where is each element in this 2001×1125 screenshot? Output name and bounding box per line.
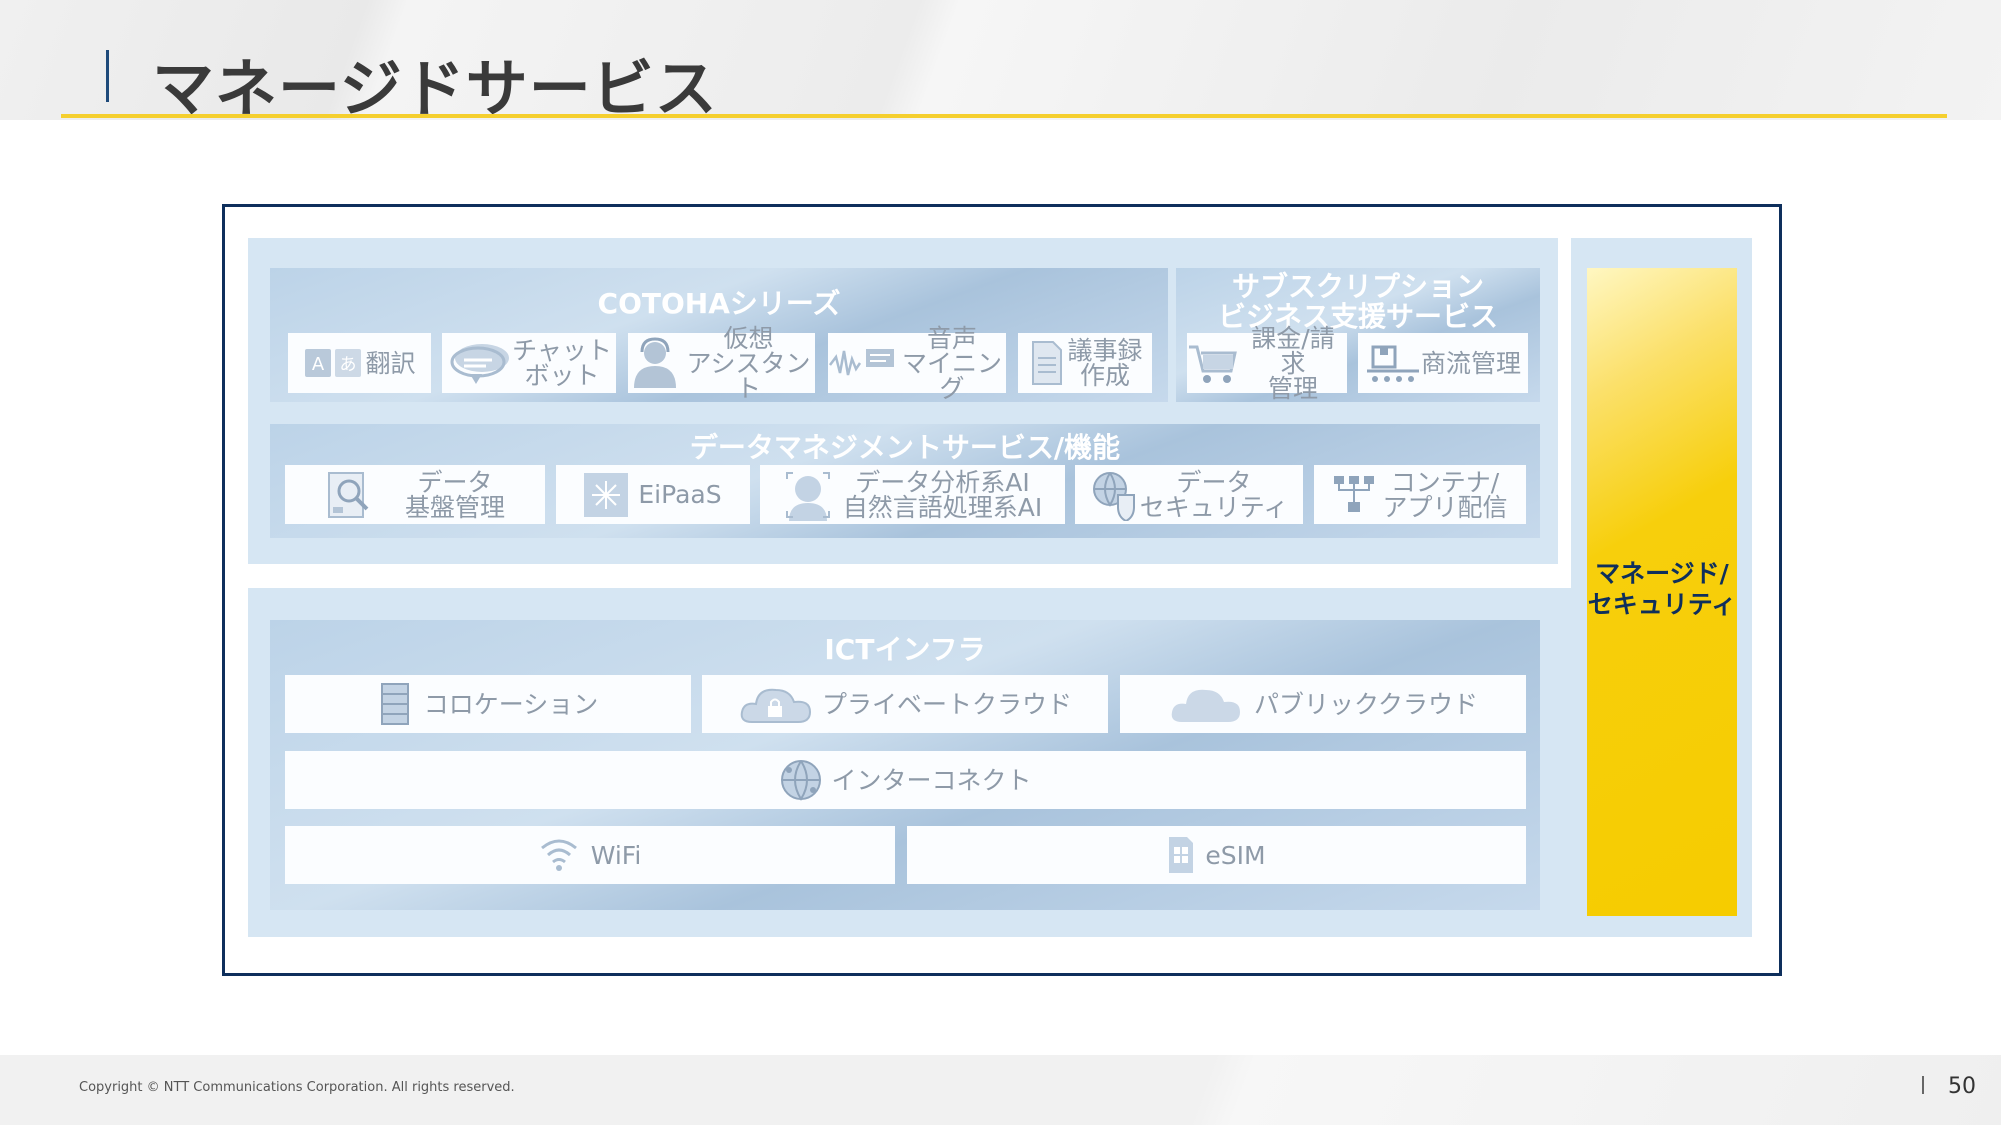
wifi-icon: [539, 836, 579, 874]
tile-label: データ セキュリティ: [1139, 467, 1289, 522]
cart-icon: [1187, 337, 1239, 389]
tile-label: 課金/請求 管理: [1251, 323, 1335, 403]
tile-label: WiFi: [590, 840, 642, 870]
page-number: 50: [1948, 1074, 1976, 1099]
tile-chatbot: チャット ボット: [442, 333, 616, 393]
page-number-divider: [1922, 1076, 1924, 1094]
tile-translate: Aあ 翻訳: [288, 333, 431, 393]
tile-label: eSIM: [1205, 840, 1266, 870]
subscription-title: サブスクリプション ビジネス支援サービス: [1217, 270, 1498, 333]
tile-data-ai: データ分析系AI 自然言語処理系AI: [760, 465, 1065, 524]
tile-label: 仮想 アシスタント: [686, 323, 811, 403]
tile-interconnect: インターコネクト: [285, 751, 1526, 809]
ai-head-icon: [783, 469, 833, 521]
tile-label: データ分析系AI 自然言語処理系AI: [842, 467, 1043, 522]
tile-wifi: WiFi: [285, 826, 895, 884]
tile-label: コンテナ/ アプリ配信: [1382, 467, 1508, 522]
title-underline: [61, 114, 1947, 118]
translate-icon: Aあ: [303, 345, 365, 381]
tile-esim: eSIM: [907, 826, 1526, 884]
tile-label: コロケーション: [423, 689, 599, 719]
globe-shield-icon: [1090, 469, 1140, 521]
cloud-lock-icon: [738, 682, 814, 726]
cloud-icon: [1168, 682, 1244, 726]
headset-person-icon: [628, 336, 682, 390]
tile-label: 翻訳: [365, 348, 416, 378]
tile-eipaas: EiPaaS: [556, 465, 750, 524]
ict-infra-title: ICTインフラ: [824, 633, 986, 666]
globe-network-icon: [779, 758, 823, 802]
document-icon: [1027, 338, 1067, 388]
tile-data-platform: データ 基盤管理: [285, 465, 545, 524]
tile-label: インターコネクト: [831, 765, 1032, 795]
tile-public-cloud: パブリッククラウド: [1120, 675, 1526, 733]
sound-wave-icon: [828, 343, 898, 383]
title-accent-bar: [106, 50, 109, 102]
tile-virtual-assistant: 仮想 アシスタント: [628, 326, 815, 401]
tile-label: プライベートクラウド: [821, 689, 1072, 719]
tile-label: パブリッククラウド: [1253, 689, 1478, 719]
data-search-icon: [325, 469, 375, 521]
eipaas-icon: [584, 472, 629, 517]
tile-data-security: データ セキュリティ: [1075, 465, 1303, 524]
tile-label: チャット ボット: [512, 336, 612, 390]
tile-billing: 課金/請求 管理: [1187, 326, 1347, 401]
tile-commerce: 商流管理: [1358, 333, 1528, 393]
tile-label: EiPaaS: [638, 480, 722, 509]
sim-card-icon: [1167, 835, 1195, 875]
conveyor-box-icon: [1365, 341, 1421, 385]
tile-private-cloud: プライベートクラウド: [702, 675, 1108, 733]
network-tree-icon: [1332, 472, 1376, 518]
tile-minutes: 議事録 作成: [1018, 333, 1152, 393]
managed-security-label: マネージド/ セキュリティ: [1587, 559, 1737, 619]
data-management-title: データマネジメントサービス/機能: [689, 431, 1121, 464]
tile-voice-mining: 音声 マイニング: [828, 326, 1006, 401]
tile-label: 商流管理: [1420, 348, 1521, 378]
tile-container: コンテナ/ アプリ配信: [1314, 465, 1526, 524]
svg-text:あ: あ: [340, 355, 357, 375]
tile-label: 音声 マイニング: [901, 323, 1002, 403]
tile-label: 議事録 作成: [1067, 336, 1143, 390]
tile-label: データ 基盤管理: [404, 467, 505, 522]
server-rack-icon: [378, 682, 412, 726]
tile-colocation: コロケーション: [285, 675, 691, 733]
copyright-text: Copyright © NTT Communications Corporati…: [79, 1080, 515, 1095]
cotoha-title: COTOHAシリーズ: [597, 287, 841, 320]
managed-security-column: マネージド/ セキュリティ: [1587, 268, 1737, 916]
chat-bubble-icon: [446, 340, 512, 386]
svg-text:A: A: [312, 354, 325, 375]
